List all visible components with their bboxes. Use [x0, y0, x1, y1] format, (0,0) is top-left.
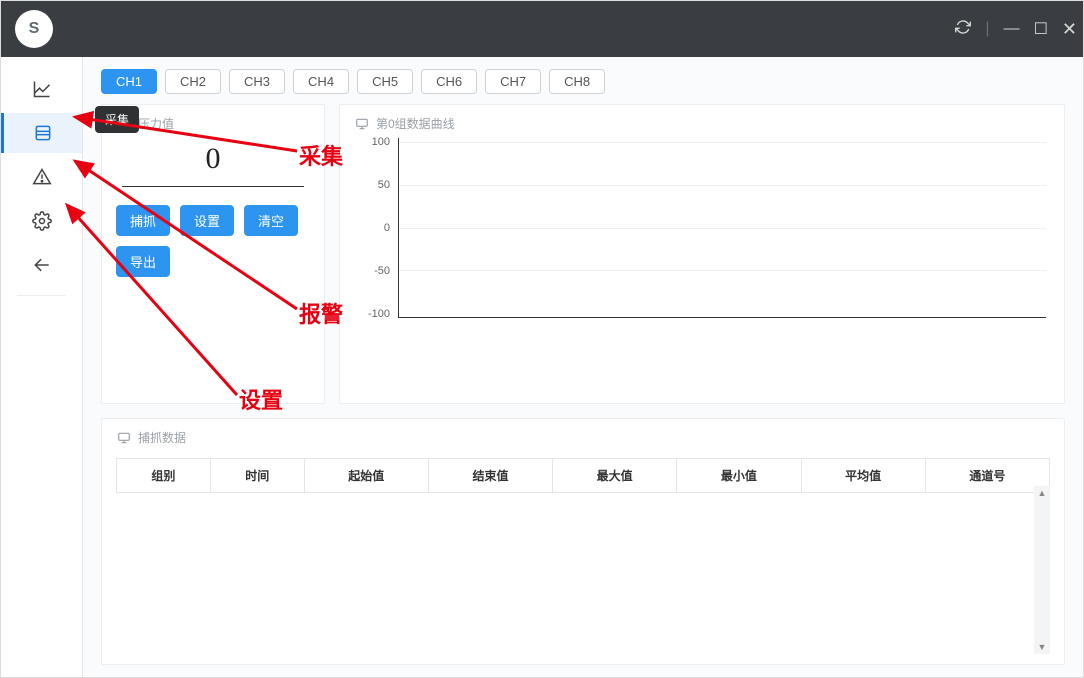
y-tick: -50	[374, 265, 390, 277]
col-start: 起始值	[304, 459, 428, 493]
minimize-icon[interactable]: —	[1004, 20, 1020, 38]
tab-ch8[interactable]: CH8	[549, 69, 605, 94]
table-scrollbar[interactable]: ▲ ▼	[1034, 486, 1050, 654]
y-tick: 50	[378, 179, 390, 191]
chart-title-text: 第0组数据曲线	[376, 115, 455, 132]
main-content: CH1 CH2 CH3 CH4 CH5 CH6 CH7 CH8 压力值	[83, 57, 1083, 677]
titlebar: S | — ☐ ✕	[1, 1, 1083, 57]
export-button[interactable]: 导出	[116, 246, 170, 277]
data-panel: 捕抓数据 组别 时间 起始值 结束值 最大值 最小值 平均值	[101, 418, 1065, 665]
pressure-value: 0	[122, 138, 304, 187]
refresh-icon[interactable]	[955, 19, 971, 40]
sidebar-item-settings[interactable]	[1, 201, 82, 241]
clear-button[interactable]: 清空	[244, 205, 298, 236]
chart-area: 100 50 0 -50 -100	[354, 138, 1050, 318]
sidebar	[1, 57, 83, 677]
chart-panel: 第0组数据曲线 100 50 0 -50 -100	[339, 104, 1065, 404]
col-group: 组别	[117, 459, 211, 493]
data-table: 组别 时间 起始值 结束值 最大值 最小值 平均值 通道号	[116, 458, 1050, 493]
pressure-panel: 压力值 0 捕抓 设置 清空 导出	[101, 104, 325, 404]
chart-y-axis: 100 50 0 -50 -100	[354, 138, 394, 318]
data-panel-title-text: 捕抓数据	[138, 429, 186, 446]
sidebar-tooltip: 采集	[95, 106, 139, 133]
app-logo: S	[15, 10, 53, 48]
chart-plot	[398, 138, 1046, 318]
close-icon[interactable]: ✕	[1062, 19, 1077, 40]
monitor-icon	[116, 430, 132, 446]
capture-button[interactable]: 捕抓	[116, 205, 170, 236]
table-header-row: 组别 时间 起始值 结束值 最大值 最小值 平均值 通道号	[117, 459, 1050, 493]
data-table-wrap: 组别 时间 起始值 结束值 最大值 最小值 平均值 通道号	[116, 458, 1050, 654]
tab-ch5[interactable]: CH5	[357, 69, 413, 94]
col-avg: 平均值	[801, 459, 925, 493]
tab-ch6[interactable]: CH6	[421, 69, 477, 94]
tab-ch2[interactable]: CH2	[165, 69, 221, 94]
tab-ch7[interactable]: CH7	[485, 69, 541, 94]
settings-button[interactable]: 设置	[180, 205, 234, 236]
tab-ch3[interactable]: CH3	[229, 69, 285, 94]
sidebar-item-back[interactable]	[1, 245, 82, 285]
channel-tabs: CH1 CH2 CH3 CH4 CH5 CH6 CH7 CH8	[101, 69, 1065, 94]
pressure-title-text: 压力值	[138, 115, 174, 132]
maximize-icon[interactable]: ☐	[1034, 19, 1048, 39]
scroll-down-icon[interactable]: ▼	[1038, 642, 1047, 652]
divider-icon: |	[985, 20, 989, 38]
col-max: 最大值	[553, 459, 677, 493]
sidebar-item-chart[interactable]	[1, 69, 82, 109]
sidebar-item-alarm[interactable]	[1, 157, 82, 197]
chart-panel-title: 第0组数据曲线	[354, 115, 1050, 132]
sidebar-item-collect[interactable]	[1, 113, 82, 153]
pressure-panel-title: 压力值	[116, 115, 310, 132]
scroll-up-icon[interactable]: ▲	[1038, 488, 1047, 498]
tab-ch1[interactable]: CH1	[101, 69, 157, 94]
col-end: 结束值	[428, 459, 552, 493]
tab-ch4[interactable]: CH4	[293, 69, 349, 94]
data-panel-title: 捕抓数据	[116, 429, 1050, 446]
sidebar-divider	[17, 295, 66, 296]
col-min: 最小值	[677, 459, 801, 493]
y-tick: 100	[372, 136, 390, 148]
y-tick: 0	[384, 222, 390, 234]
window-controls: | — ☐ ✕	[955, 1, 1077, 57]
monitor-icon	[354, 116, 370, 132]
col-channel: 通道号	[925, 459, 1049, 493]
col-time: 时间	[210, 459, 304, 493]
y-tick: -100	[368, 308, 390, 320]
